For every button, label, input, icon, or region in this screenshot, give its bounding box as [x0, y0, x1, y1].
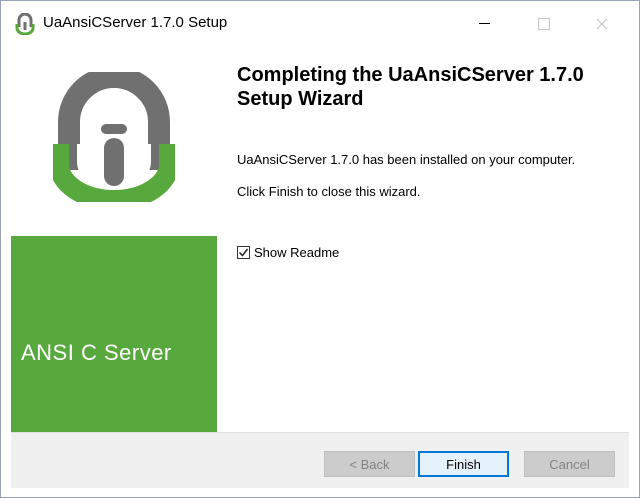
show-readme-label[interactable]: Show Readme [254, 245, 339, 260]
close-button[interactable] [579, 1, 625, 46]
uaansicserver-logo-icon [15, 13, 35, 35]
cancel-button[interactable]: Cancel [524, 451, 615, 477]
sidebar-product-panel: ANSI C Server [11, 236, 217, 432]
back-button[interactable]: < Back [324, 451, 415, 477]
product-label: ANSI C Server [21, 340, 172, 365]
minimize-icon [478, 23, 490, 24]
checkmark-icon [238, 248, 249, 257]
page-title: Completing the UaAnsiCServer 1.7.0 Setup… [237, 64, 584, 110]
ua-logo [53, 72, 175, 202]
maximize-icon [538, 17, 550, 30]
sidebar-logo-area [11, 46, 217, 236]
window-title: UaAnsiCServer 1.7.0 Setup [43, 14, 228, 31]
finish-button[interactable]: Finish [418, 451, 509, 477]
setup-window: UaAnsiCServer 1.7.0 Setup ANSI C Server [0, 0, 640, 498]
show-readme-option[interactable]: Show Readme [237, 245, 339, 260]
installed-message: UaAnsiCServer 1.7.0 has been installed o… [237, 152, 576, 167]
minimize-button[interactable] [461, 1, 507, 46]
close-instruction: Click Finish to close this wizard. [237, 184, 421, 199]
title-bar[interactable]: UaAnsiCServer 1.7.0 Setup [1, 1, 639, 46]
show-readme-checkbox[interactable] [237, 246, 250, 259]
button-bar: < Back Finish Cancel [11, 432, 629, 488]
maximize-button[interactable] [521, 1, 567, 46]
close-icon [596, 18, 608, 29]
